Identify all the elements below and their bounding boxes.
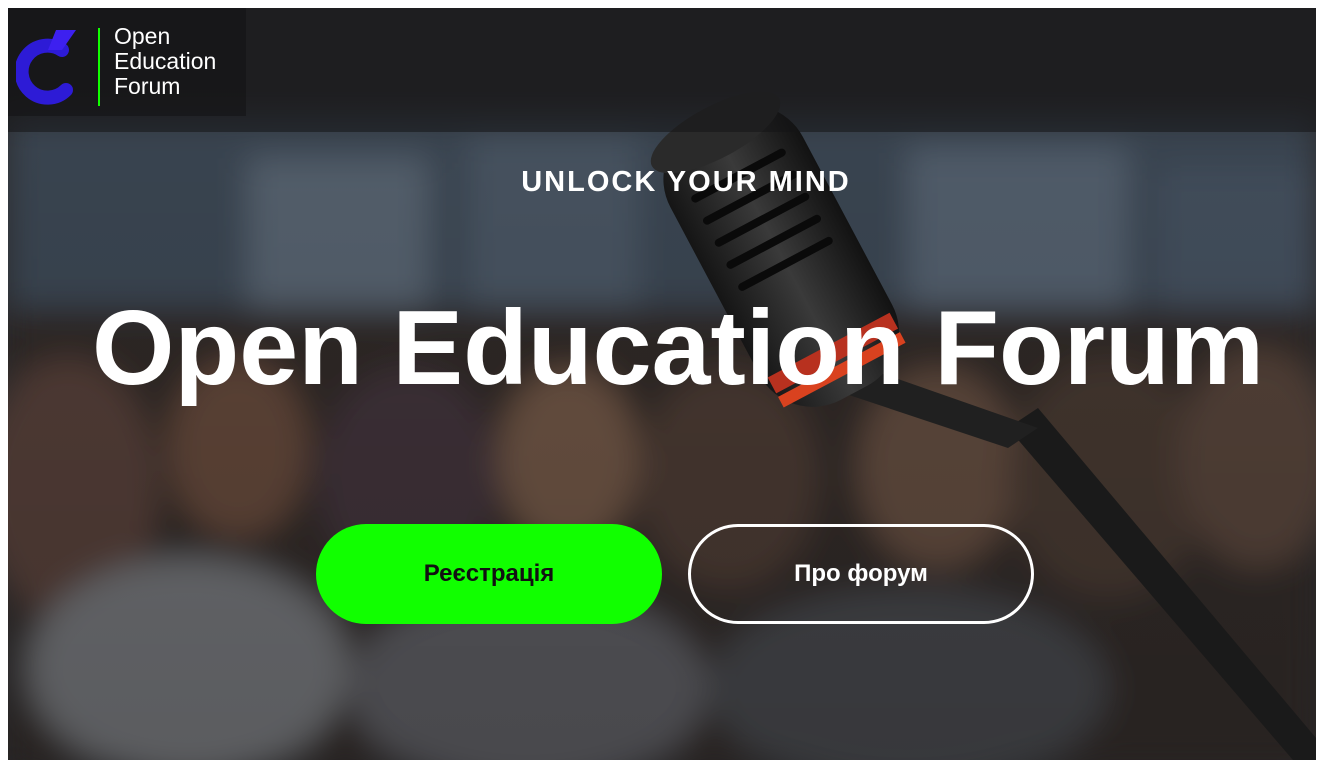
logo-mark-icon [16,30,76,105]
logo-divider [98,28,100,106]
logo-wordmark: Open Education Forum [114,24,244,99]
hero-tagline: UNLOCK YOUR MIND [521,166,851,198]
hero-title: Open Education Forum [92,289,1264,407]
logo-line-3: Forum [114,73,181,99]
site-logo[interactable]: Open Education Forum [8,8,246,116]
about-forum-button[interactable]: Про форум [688,524,1034,624]
register-button[interactable]: Реєстрація [316,524,662,624]
hero-section: Open Education Forum UNLOCK YOUR MIND Op… [8,8,1316,760]
logo-line-1: Open [114,23,171,49]
logo-line-2: Education [114,48,217,74]
